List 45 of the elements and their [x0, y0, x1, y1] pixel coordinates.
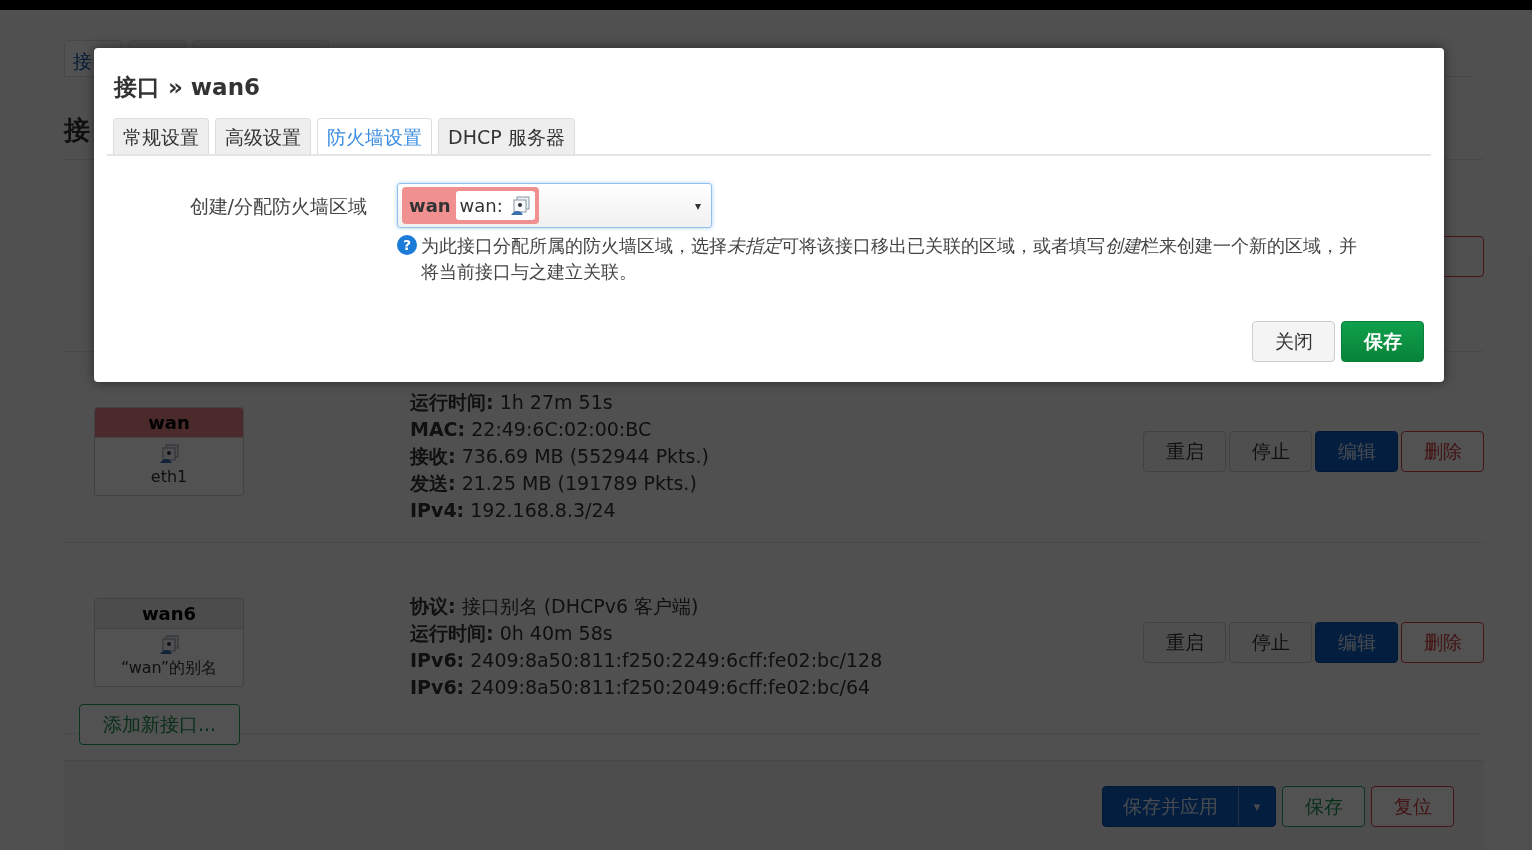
interface-detail: 运行时间: 0h 40m 58s	[410, 621, 614, 646]
dialog-tab[interactable]: 防火墙设置	[317, 118, 432, 154]
dialog-tab[interactable]: DHCP 服务器	[438, 118, 575, 154]
action-button[interactable]: 重启	[1143, 621, 1226, 663]
dialog-tab[interactable]: 高级设置	[215, 118, 311, 154]
interface-detail: 协议: 接口别名 (DHCPv6 客户端)	[410, 594, 700, 619]
interface-name: wan6	[95, 598, 243, 629]
dialog-tab[interactable]: 常规设置	[113, 118, 209, 154]
dialog-title: 接口 » wan6	[114, 74, 261, 100]
interface-detail: MAC: 22:49:6C:02:00:BC	[410, 416, 653, 442]
action-button[interactable]: 停止	[1229, 621, 1312, 663]
action-button[interactable]: 停止	[1229, 430, 1312, 472]
interface-detail: 运行时间: 1h 27m 51s	[410, 389, 614, 415]
interface-detail: IPv4: 192.168.8.3/24	[410, 497, 617, 523]
device-name: “wan”的别名	[120, 656, 218, 679]
help-text: 为此接口分配所属的防火墙区域，选择未指定可将该接口移出已关联的区域，或者填写创建栏来创建一个新的区域，并将当前接口与之建立关联。	[421, 234, 1358, 284]
field-label: 创建/分配防火墙区域	[188, 194, 368, 219]
interface-detail: IPv6: 2409:8a50:811:f250:2249:6cff:fe02:bc/128	[410, 648, 884, 673]
action-button[interactable]: 编辑	[1315, 621, 1398, 663]
action-button[interactable]: 删除	[1401, 621, 1484, 663]
zone-network: wan:	[459, 194, 503, 218]
action-button[interactable]: 重启	[1143, 430, 1226, 472]
interface-detail: 接收: 736.69 MB (552944 Pkts.)	[410, 443, 710, 469]
action-button[interactable]: 编辑	[1315, 430, 1398, 472]
dialog-button[interactable]: 保存	[1341, 321, 1424, 362]
help-icon: ?	[397, 235, 417, 255]
add-interface-button[interactable]: 添加新接口...	[79, 704, 240, 745]
footer-button[interactable]: 复位	[1371, 786, 1454, 827]
caret-icon: ▾	[694, 196, 701, 215]
interface-detail: 发送: 21.25 MB (191789 Pkts.)	[410, 470, 698, 496]
device-name: eth1	[150, 465, 188, 488]
network-port-icon	[508, 194, 531, 217]
caret-icon[interactable]: ▾	[1239, 787, 1275, 826]
save-apply-label[interactable]: 保存并应用	[1103, 787, 1239, 826]
save-apply-button[interactable]: 保存并应用 ▾	[1102, 786, 1276, 827]
dialog-button[interactable]: 关闭	[1252, 321, 1335, 362]
page-heading: 接	[64, 115, 90, 145]
network-port-icon	[158, 633, 180, 656]
interface-name: wan	[95, 407, 243, 438]
action-button[interactable]: 删除	[1401, 430, 1484, 472]
zone-name: wan	[409, 194, 451, 218]
interface-detail: IPv6: 2409:8a50:811:f250:2049:6cff:fe02:bc/64	[410, 675, 872, 700]
network-port-icon	[158, 442, 180, 465]
zone-select[interactable]: wan wan: ▾	[397, 183, 712, 228]
footer-button[interactable]: 保存	[1282, 786, 1365, 827]
